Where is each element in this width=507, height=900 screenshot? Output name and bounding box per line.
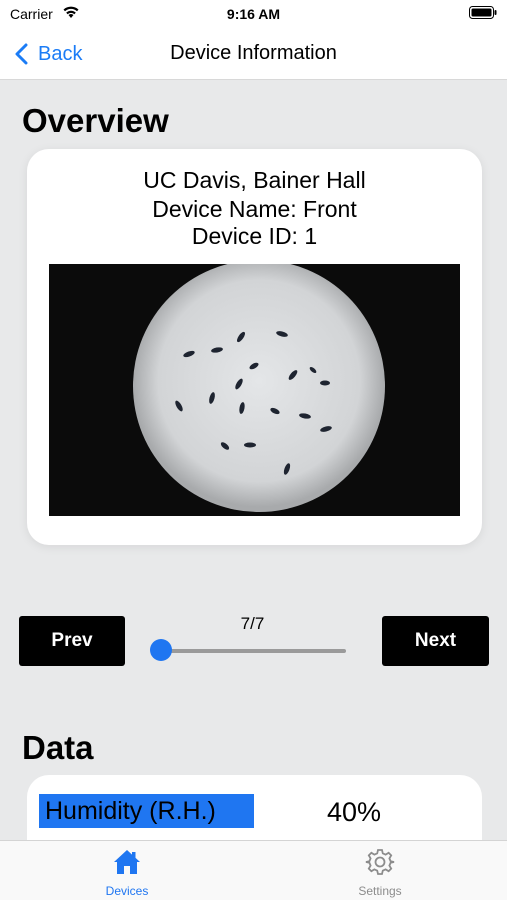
tab-devices[interactable]: Devices [82, 847, 172, 898]
tab-settings[interactable]: Settings [335, 847, 425, 898]
device-image [49, 264, 460, 516]
battery-icon [469, 6, 497, 19]
image-slider[interactable] [150, 636, 346, 664]
gear-icon [365, 849, 395, 875]
device-location: UC Davis, Bainer Hall [143, 167, 366, 193]
page-title: Device Information [170, 42, 337, 64]
humidity-value: 40% [327, 797, 382, 827]
next-button[interactable]: Next [382, 616, 489, 666]
overview-card: UC Davis, Bainer Hall Device Name: Front… [27, 149, 482, 545]
house-icon [114, 850, 140, 874]
device-id: Device ID: 1 [191, 223, 318, 249]
prev-button[interactable]: Prev [19, 616, 125, 666]
tab-settings-label: Settings [358, 884, 402, 898]
status-bar: Carrier 9:16 AM [0, 0, 507, 28]
data-heading: Data [22, 729, 94, 766]
slider-track [160, 649, 346, 653]
humidity-label: Humidity (R.H.) [39, 794, 254, 828]
tab-bar: Devices Settings [0, 840, 507, 900]
device-name: Device Name: Front [152, 196, 357, 222]
slider-thumb[interactable] [150, 639, 172, 661]
navigation-bar: Back Device Information [0, 28, 507, 80]
overview-heading: Overview [22, 102, 169, 139]
clock: 9:16 AM [226, 6, 281, 22]
tab-devices-label: Devices [105, 884, 149, 898]
image-counter: 7/7 [240, 614, 265, 633]
